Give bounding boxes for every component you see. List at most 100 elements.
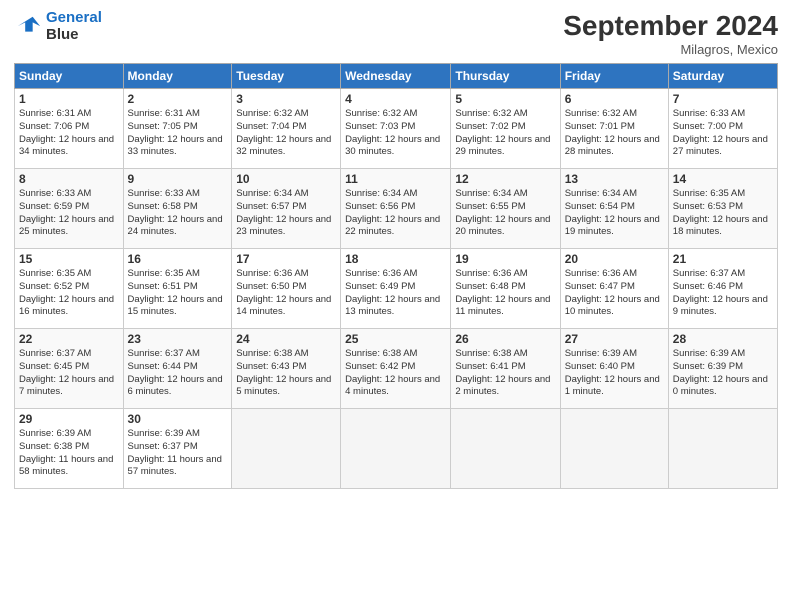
cell-content: Sunrise: 6:39 AM Sunset: 6:38 PM Dayligh…: [19, 428, 119, 479]
cell-content: Sunrise: 6:37 AM Sunset: 6:44 PM Dayligh…: [128, 348, 228, 399]
cell-content: Sunrise: 6:35 AM Sunset: 6:53 PM Dayligh…: [673, 188, 773, 239]
day-cell: 1 Sunrise: 6:31 AM Sunset: 7:06 PM Dayli…: [15, 89, 124, 169]
calendar-week: 1 Sunrise: 6:31 AM Sunset: 7:06 PM Dayli…: [15, 89, 778, 169]
col-saturday: Saturday: [668, 64, 777, 89]
day-number: 26: [455, 332, 555, 346]
cell-content: Sunrise: 6:34 AM Sunset: 6:55 PM Dayligh…: [455, 188, 555, 239]
cell-content: Sunrise: 6:36 AM Sunset: 6:49 PM Dayligh…: [345, 268, 446, 319]
day-number: 23: [128, 332, 228, 346]
day-number: 6: [565, 92, 664, 106]
day-cell: 11 Sunrise: 6:34 AM Sunset: 6:56 PM Dayl…: [341, 169, 451, 249]
calendar-week: 15 Sunrise: 6:35 AM Sunset: 6:52 PM Dayl…: [15, 249, 778, 329]
day-number: 19: [455, 252, 555, 266]
day-number: 4: [345, 92, 446, 106]
col-tuesday: Tuesday: [232, 64, 341, 89]
day-cell: 5 Sunrise: 6:32 AM Sunset: 7:02 PM Dayli…: [451, 89, 560, 169]
day-number: 30: [128, 412, 228, 426]
day-cell: 7 Sunrise: 6:33 AM Sunset: 7:00 PM Dayli…: [668, 89, 777, 169]
day-cell: 26 Sunrise: 6:38 AM Sunset: 6:41 PM Dayl…: [451, 329, 560, 409]
empty-cell: [560, 409, 668, 489]
day-cell: 8 Sunrise: 6:33 AM Sunset: 6:59 PM Dayli…: [15, 169, 124, 249]
col-thursday: Thursday: [451, 64, 560, 89]
cell-content: Sunrise: 6:39 AM Sunset: 6:40 PM Dayligh…: [565, 348, 664, 399]
day-number: 15: [19, 252, 119, 266]
cell-content: Sunrise: 6:32 AM Sunset: 7:01 PM Dayligh…: [565, 108, 664, 159]
day-number: 29: [19, 412, 119, 426]
logo-icon: [14, 13, 42, 41]
day-number: 13: [565, 172, 664, 186]
day-cell: 19 Sunrise: 6:36 AM Sunset: 6:48 PM Dayl…: [451, 249, 560, 329]
title-block: September 2024 Milagros, Mexico: [563, 10, 778, 57]
cell-content: Sunrise: 6:31 AM Sunset: 7:05 PM Dayligh…: [128, 108, 228, 159]
cell-content: Sunrise: 6:33 AM Sunset: 6:59 PM Dayligh…: [19, 188, 119, 239]
cell-content: Sunrise: 6:31 AM Sunset: 7:06 PM Dayligh…: [19, 108, 119, 159]
cell-content: Sunrise: 6:36 AM Sunset: 6:50 PM Dayligh…: [236, 268, 336, 319]
cell-content: Sunrise: 6:36 AM Sunset: 6:47 PM Dayligh…: [565, 268, 664, 319]
cell-content: Sunrise: 6:37 AM Sunset: 6:45 PM Dayligh…: [19, 348, 119, 399]
cell-content: Sunrise: 6:39 AM Sunset: 6:37 PM Dayligh…: [128, 428, 228, 479]
cell-content: Sunrise: 6:36 AM Sunset: 6:48 PM Dayligh…: [455, 268, 555, 319]
day-number: 10: [236, 172, 336, 186]
day-cell: 24 Sunrise: 6:38 AM Sunset: 6:43 PM Dayl…: [232, 329, 341, 409]
logo-text: General Blue: [46, 10, 102, 43]
day-cell: 6 Sunrise: 6:32 AM Sunset: 7:01 PM Dayli…: [560, 89, 668, 169]
col-wednesday: Wednesday: [341, 64, 451, 89]
cell-content: Sunrise: 6:35 AM Sunset: 6:51 PM Dayligh…: [128, 268, 228, 319]
cell-content: Sunrise: 6:39 AM Sunset: 6:39 PM Dayligh…: [673, 348, 773, 399]
day-cell: 17 Sunrise: 6:36 AM Sunset: 6:50 PM Dayl…: [232, 249, 341, 329]
empty-cell: [341, 409, 451, 489]
day-number: 20: [565, 252, 664, 266]
logo: General Blue: [14, 10, 102, 43]
cell-content: Sunrise: 6:35 AM Sunset: 6:52 PM Dayligh…: [19, 268, 119, 319]
empty-cell: [232, 409, 341, 489]
day-number: 14: [673, 172, 773, 186]
calendar-week: 29 Sunrise: 6:39 AM Sunset: 6:38 PM Dayl…: [15, 409, 778, 489]
day-cell: 25 Sunrise: 6:38 AM Sunset: 6:42 PM Dayl…: [341, 329, 451, 409]
day-cell: 23 Sunrise: 6:37 AM Sunset: 6:44 PM Dayl…: [123, 329, 232, 409]
day-cell: 22 Sunrise: 6:37 AM Sunset: 6:45 PM Dayl…: [15, 329, 124, 409]
calendar-week: 22 Sunrise: 6:37 AM Sunset: 6:45 PM Dayl…: [15, 329, 778, 409]
month-title: September 2024: [563, 10, 778, 42]
day-cell: 3 Sunrise: 6:32 AM Sunset: 7:04 PM Dayli…: [232, 89, 341, 169]
page-container: General Blue September 2024 Milagros, Me…: [0, 0, 792, 499]
cell-content: Sunrise: 6:32 AM Sunset: 7:02 PM Dayligh…: [455, 108, 555, 159]
day-cell: 2 Sunrise: 6:31 AM Sunset: 7:05 PM Dayli…: [123, 89, 232, 169]
cell-content: Sunrise: 6:33 AM Sunset: 7:00 PM Dayligh…: [673, 108, 773, 159]
day-number: 8: [19, 172, 119, 186]
calendar-table: Sunday Monday Tuesday Wednesday Thursday…: [14, 63, 778, 489]
col-friday: Friday: [560, 64, 668, 89]
day-cell: 20 Sunrise: 6:36 AM Sunset: 6:47 PM Dayl…: [560, 249, 668, 329]
header: General Blue September 2024 Milagros, Me…: [14, 10, 778, 57]
day-number: 11: [345, 172, 446, 186]
day-number: 3: [236, 92, 336, 106]
day-cell: 10 Sunrise: 6:34 AM Sunset: 6:57 PM Dayl…: [232, 169, 341, 249]
day-number: 27: [565, 332, 664, 346]
day-cell: 28 Sunrise: 6:39 AM Sunset: 6:39 PM Dayl…: [668, 329, 777, 409]
col-sunday: Sunday: [15, 64, 124, 89]
day-number: 21: [673, 252, 773, 266]
day-number: 22: [19, 332, 119, 346]
day-number: 28: [673, 332, 773, 346]
day-cell: 27 Sunrise: 6:39 AM Sunset: 6:40 PM Dayl…: [560, 329, 668, 409]
calendar-week: 8 Sunrise: 6:33 AM Sunset: 6:59 PM Dayli…: [15, 169, 778, 249]
cell-content: Sunrise: 6:38 AM Sunset: 6:42 PM Dayligh…: [345, 348, 446, 399]
empty-cell: [451, 409, 560, 489]
day-number: 1: [19, 92, 119, 106]
header-row: Sunday Monday Tuesday Wednesday Thursday…: [15, 64, 778, 89]
cell-content: Sunrise: 6:34 AM Sunset: 6:57 PM Dayligh…: [236, 188, 336, 239]
day-cell: 15 Sunrise: 6:35 AM Sunset: 6:52 PM Dayl…: [15, 249, 124, 329]
cell-content: Sunrise: 6:38 AM Sunset: 6:41 PM Dayligh…: [455, 348, 555, 399]
day-number: 24: [236, 332, 336, 346]
day-cell: 4 Sunrise: 6:32 AM Sunset: 7:03 PM Dayli…: [341, 89, 451, 169]
cell-content: Sunrise: 6:34 AM Sunset: 6:56 PM Dayligh…: [345, 188, 446, 239]
day-number: 17: [236, 252, 336, 266]
day-cell: 21 Sunrise: 6:37 AM Sunset: 6:46 PM Dayl…: [668, 249, 777, 329]
day-number: 18: [345, 252, 446, 266]
day-cell: 13 Sunrise: 6:34 AM Sunset: 6:54 PM Dayl…: [560, 169, 668, 249]
location: Milagros, Mexico: [563, 42, 778, 57]
day-cell: 12 Sunrise: 6:34 AM Sunset: 6:55 PM Dayl…: [451, 169, 560, 249]
day-cell: 16 Sunrise: 6:35 AM Sunset: 6:51 PM Dayl…: [123, 249, 232, 329]
cell-content: Sunrise: 6:32 AM Sunset: 7:03 PM Dayligh…: [345, 108, 446, 159]
day-number: 5: [455, 92, 555, 106]
day-cell: 30 Sunrise: 6:39 AM Sunset: 6:37 PM Dayl…: [123, 409, 232, 489]
